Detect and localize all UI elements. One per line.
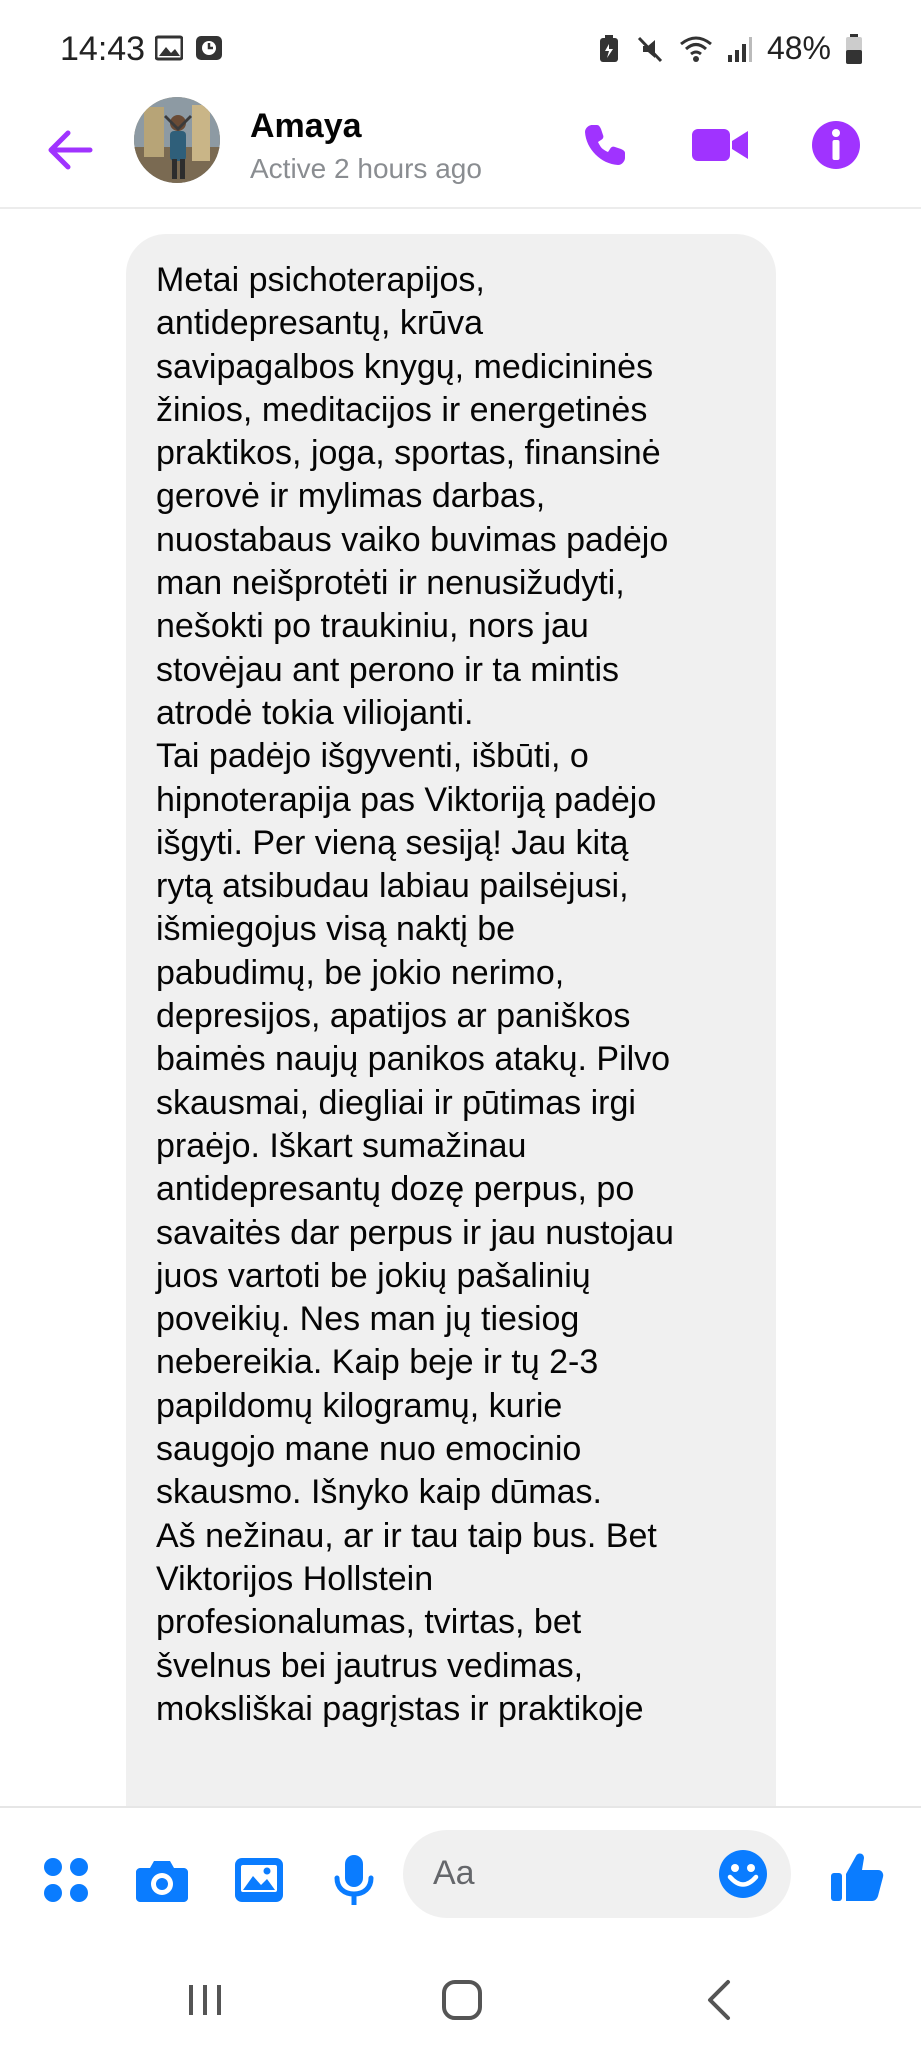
emoji-icon[interactable]	[715, 1846, 771, 1902]
phone-icon[interactable]	[575, 115, 635, 175]
battery-percent: 48%	[766, 30, 831, 66]
clock-notification-icon	[196, 36, 222, 60]
wifi-icon	[680, 36, 712, 62]
contact-name[interactable]: Amaya	[250, 107, 362, 146]
gallery-image-icon[interactable]	[231, 1852, 287, 1908]
mute-icon	[637, 36, 663, 62]
system-navigation-bar	[0, 1944, 921, 2048]
chat-header: Amaya Active 2 hours ago	[0, 95, 921, 209]
thumbs-up-icon[interactable]	[828, 1848, 886, 1906]
avatar-image	[134, 97, 220, 183]
camera-icon[interactable]	[134, 1852, 190, 1908]
info-icon[interactable]	[806, 115, 866, 175]
battery-icon	[846, 33, 862, 64]
recent-apps-icon[interactable]	[175, 1970, 235, 2030]
video-camera-icon[interactable]	[690, 115, 750, 175]
message-input-placeholder: Aa	[433, 1854, 475, 1892]
avatar[interactable]	[134, 97, 220, 183]
message-input[interactable]: Aa	[403, 1830, 791, 1918]
back-arrow-icon[interactable]	[40, 120, 100, 180]
message-text: Metai psichoterapijos, antidepresantų, k…	[156, 261, 674, 1728]
battery-saver-icon	[599, 34, 618, 62]
microphone-icon[interactable]	[326, 1852, 382, 1908]
status-bar: 14:43 48%	[0, 0, 921, 100]
status-time: 14:43	[60, 30, 146, 68]
contact-status: Active 2 hours ago	[250, 153, 482, 184]
received-message-bubble[interactable]: Metai psichoterapijos, antidepresantų, k…	[126, 234, 776, 1806]
signal-icon	[727, 36, 752, 62]
message-composer: Aa	[0, 1806, 921, 1946]
four-dots-menu-icon[interactable]	[38, 1852, 94, 1908]
home-icon[interactable]	[432, 1970, 492, 2030]
message-list[interactable]: Metai psichoterapijos, antidepresantų, k…	[0, 209, 921, 1806]
back-nav-icon[interactable]	[690, 1970, 750, 2030]
gallery-notification-icon	[155, 35, 183, 61]
